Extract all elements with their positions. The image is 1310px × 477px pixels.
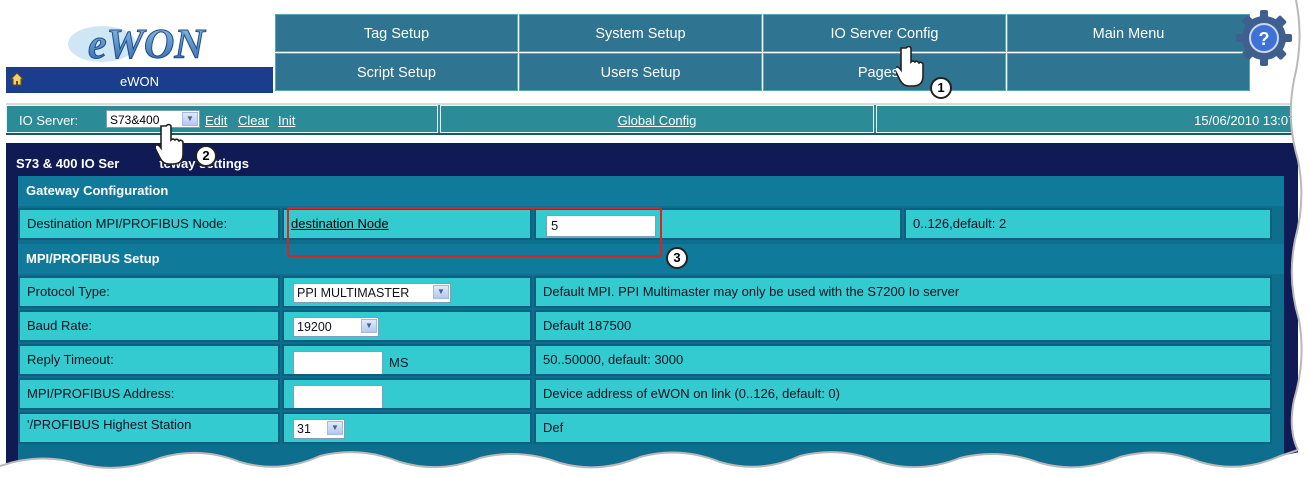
menu-system-setup[interactable]: System Setup [519,14,762,52]
edit-link[interactable]: Edit [205,113,227,128]
home-bar[interactable]: eWON [6,67,273,93]
baud-rate-label: Baud Rate: [18,310,280,342]
protocol-type-desc: Default MPI. PPI Multimaster may only be… [534,276,1272,308]
gateway-config-heading: Gateway Configuration [18,176,1284,206]
menu-empty [1007,53,1250,91]
callout-3: 3 [666,247,688,269]
baud-rate-row: Baud Rate: 19200 ▼ Default 187500 [18,310,1284,344]
highlight-box [287,207,662,257]
chevron-down-icon[interactable]: ▼ [327,421,343,435]
page-title-part-a: S73 & 400 IO Ser [16,156,120,171]
destination-node-hint: 0..126,default: 2 [904,208,1272,240]
io-server-segment: IO Server: S73&400 ▼ Edit Clear Init [6,105,438,133]
chevron-down-icon[interactable]: ▼ [433,285,449,299]
protocol-type-row: Protocol Type: PPI MULTIMASTER ▼ Default… [18,276,1284,310]
mpi-address-row: MPI/PROFIBUS Address: Device address of … [18,378,1284,412]
menu-script-setup[interactable]: Script Setup [275,53,518,91]
help-gear-icon[interactable]: ? [1232,6,1296,70]
reply-timeout-unit: MS [389,355,409,370]
menu-pages-list[interactable]: Pages L [763,53,1006,91]
reply-timeout-label: Reply Timeout: [18,344,280,376]
menu-users-setup[interactable]: Users Setup [519,53,762,91]
menu-tag-setup[interactable]: Tag Setup [275,14,518,52]
svg-text:?: ? [1259,29,1270,49]
io-server-label: IO Server: [19,113,79,128]
main-menu: Tag Setup System Setup IO Server Config … [275,14,1255,94]
menu-main-menu[interactable]: Main Menu [1007,14,1250,52]
protocol-type-select[interactable]: PPI MULTIMASTER ▼ [293,283,451,303]
global-config-link[interactable]: Global Config [441,113,873,128]
reply-timeout-desc: 50..50000, default: 3000 [534,344,1272,376]
highest-station-desc: Def [534,412,1272,444]
chevron-down-icon[interactable]: ▼ [361,319,377,333]
baud-rate-select[interactable]: 19200 ▼ [293,317,379,337]
baud-rate-value: 19200 [297,320,332,334]
ewon-logo: eWON [68,22,207,68]
protocol-type-value: PPI MULTIMASTER [297,286,410,300]
callout-1: 1 [930,77,952,99]
svg-text:eWON: eWON [88,22,206,68]
init-link[interactable]: Init [278,113,295,128]
mpi-address-label: MPI/PROFIBUS Address: [18,378,280,410]
destination-node-label: Destination MPI/PROFIBUS Node: [18,208,280,240]
reply-timeout-row: Reply Timeout: MS 50..50000, default: 30… [18,344,1284,378]
highest-station-row: '/PROFIBUS Highest Station 31 ▼ Def [18,412,1284,446]
highest-station-label: '/PROFIBUS Highest Station [18,412,280,444]
callout-2: 2 [195,145,217,167]
hand-pointer-icon [896,45,924,87]
protocol-type-select-cell: PPI MULTIMASTER ▼ [282,276,532,308]
reply-timeout-input[interactable] [293,351,383,374]
clear-link[interactable]: Clear [238,113,269,128]
datetime-segment: 15/06/2010 13:07: [876,105,1300,133]
io-server-bar: IO Server: S73&400 ▼ Edit Clear Init Glo… [6,103,1300,135]
datetime: 15/06/2010 13:07: [1194,113,1299,128]
global-config-segment: Global Config [440,105,874,133]
home-label[interactable]: eWON [6,74,273,89]
menu-io-server-config[interactable]: IO Server Config [763,14,1006,52]
io-server-select-value: S73&400 [110,113,160,127]
reply-timeout-input-cell: MS [282,344,532,376]
settings-frame: S73 & 400 IO Serteway settings Gateway C… [6,143,1298,477]
highest-station-value: 31 [297,422,311,436]
logo-area: eWON eWON [6,14,273,102]
protocol-type-label: Protocol Type: [18,276,280,308]
mpi-address-input-cell [282,378,532,410]
baud-rate-select-cell: 19200 ▼ [282,310,532,342]
mpi-address-desc: Device address of eWON on link (0..126, … [534,378,1272,410]
header: eWON eWON Tag Setup System Setup IO Serv… [6,14,1280,104]
hand-pointer-icon [156,123,184,165]
highest-station-select-cell: 31 ▼ [282,412,532,444]
highest-station-select[interactable]: 31 ▼ [293,419,345,439]
baud-rate-desc: Default 187500 [534,310,1272,342]
mpi-address-input[interactable] [293,385,383,408]
